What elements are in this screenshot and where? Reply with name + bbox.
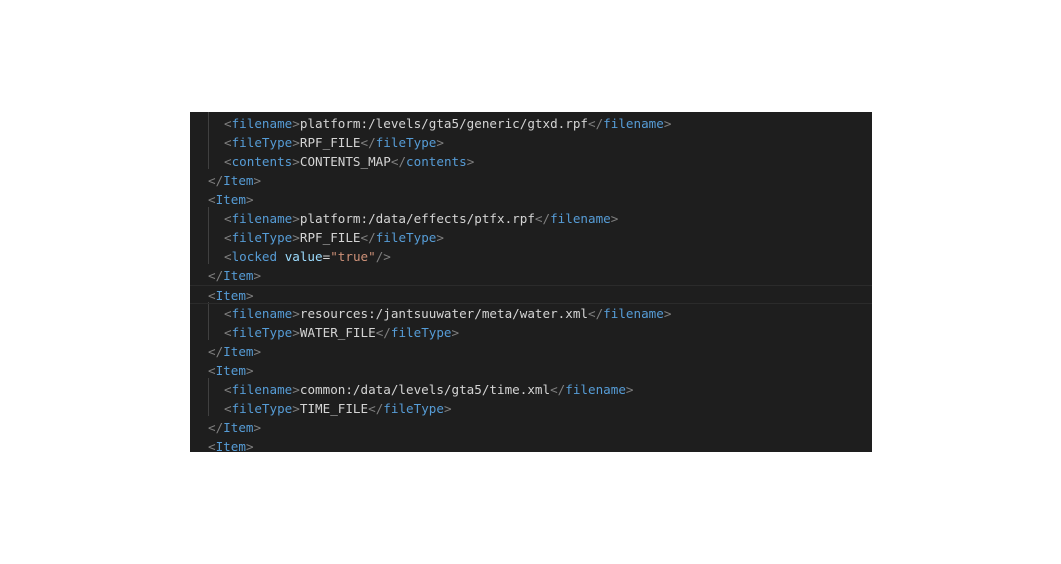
code-line[interactable]: <Item>: [190, 361, 872, 380]
tag-text: WATER_FILE: [299, 325, 376, 340]
tag-name: filename: [550, 211, 611, 226]
tag-name: filename: [231, 306, 293, 321]
tag-name: filename: [603, 306, 664, 321]
current-code-line[interactable]: <Item>: [190, 285, 872, 304]
tag-name: filename: [565, 382, 626, 397]
tag-name: fileType: [231, 325, 293, 340]
tag-name: filename: [231, 116, 293, 131]
tag-name: Item: [223, 420, 254, 435]
code-line[interactable]: <fileType>TIME_FILE</fileType>: [190, 399, 872, 418]
tag-text: RPF_FILE: [299, 135, 361, 150]
tag-text: platform:/levels/gta5/generic/gtxd.rpf: [299, 116, 588, 131]
tag-name: contents: [406, 154, 467, 169]
tag-name: Item: [215, 192, 246, 207]
code-line[interactable]: <filename>resources:/jantsuuwater/meta/w…: [190, 304, 872, 323]
tag-text: resources:/jantsuuwater/meta/water.xml: [299, 306, 588, 321]
tag-name: filename: [231, 382, 293, 397]
tag-name: contents: [231, 154, 293, 169]
tag-name: fileType: [231, 401, 293, 416]
tag-name: filename: [603, 116, 664, 131]
code-line[interactable]: <fileType>WATER_FILE</fileType>: [190, 323, 872, 342]
code-line[interactable]: </Item>: [190, 171, 872, 190]
tag-name: Item: [223, 268, 254, 283]
tag-name: fileType: [231, 230, 293, 245]
code-line[interactable]: </Item>: [190, 342, 872, 361]
tag-text: TIME_FILE: [299, 401, 369, 416]
code-line[interactable]: <Item>: [190, 190, 872, 209]
attribute-value: "true": [330, 249, 376, 264]
code-line[interactable]: </Item>: [190, 266, 872, 285]
code-line[interactable]: <fileType>RPF_FILE</fileType>: [190, 228, 872, 247]
tag-text: platform:/data/effects/ptfx.rpf: [299, 211, 535, 226]
code-line[interactable]: <filename>common:/data/levels/gta5/time.…: [190, 380, 872, 399]
code-line[interactable]: <filename>platform:/levels/gta5/generic/…: [190, 114, 872, 133]
code-line[interactable]: <locked value="true"/>: [190, 247, 872, 266]
code-line[interactable]: <Item>: [190, 437, 872, 452]
tag-text: common:/data/levels/gta5/time.xml: [299, 382, 551, 397]
tag-name: filename: [231, 211, 293, 226]
tag-name: fileType: [375, 135, 437, 150]
tag-name: Item: [215, 439, 246, 452]
tag-name: locked: [231, 249, 278, 264]
tag-name: fileType: [383, 401, 444, 416]
tag-text: CONTENTS_MAP: [299, 154, 391, 169]
tag-name: Item: [215, 288, 246, 303]
tag-name: fileType: [390, 325, 452, 340]
tag-text: RPF_FILE: [299, 230, 361, 245]
tag-name: fileType: [231, 135, 293, 150]
code-editor[interactable]: <filename>platform:/levels/gta5/generic/…: [190, 112, 872, 452]
code-line[interactable]: <filename>platform:/data/effects/ptfx.rp…: [190, 209, 872, 228]
tag-name: Item: [223, 344, 254, 359]
tag-name: Item: [223, 173, 254, 188]
code-line[interactable]: <contents>CONTENTS_MAP</contents>: [190, 152, 872, 171]
attribute-name: value: [284, 249, 323, 264]
tag-name: Item: [215, 363, 246, 378]
code-line[interactable]: </Item>: [190, 418, 872, 437]
tag-name: fileType: [375, 230, 437, 245]
code-line[interactable]: <fileType>RPF_FILE</fileType>: [190, 133, 872, 152]
